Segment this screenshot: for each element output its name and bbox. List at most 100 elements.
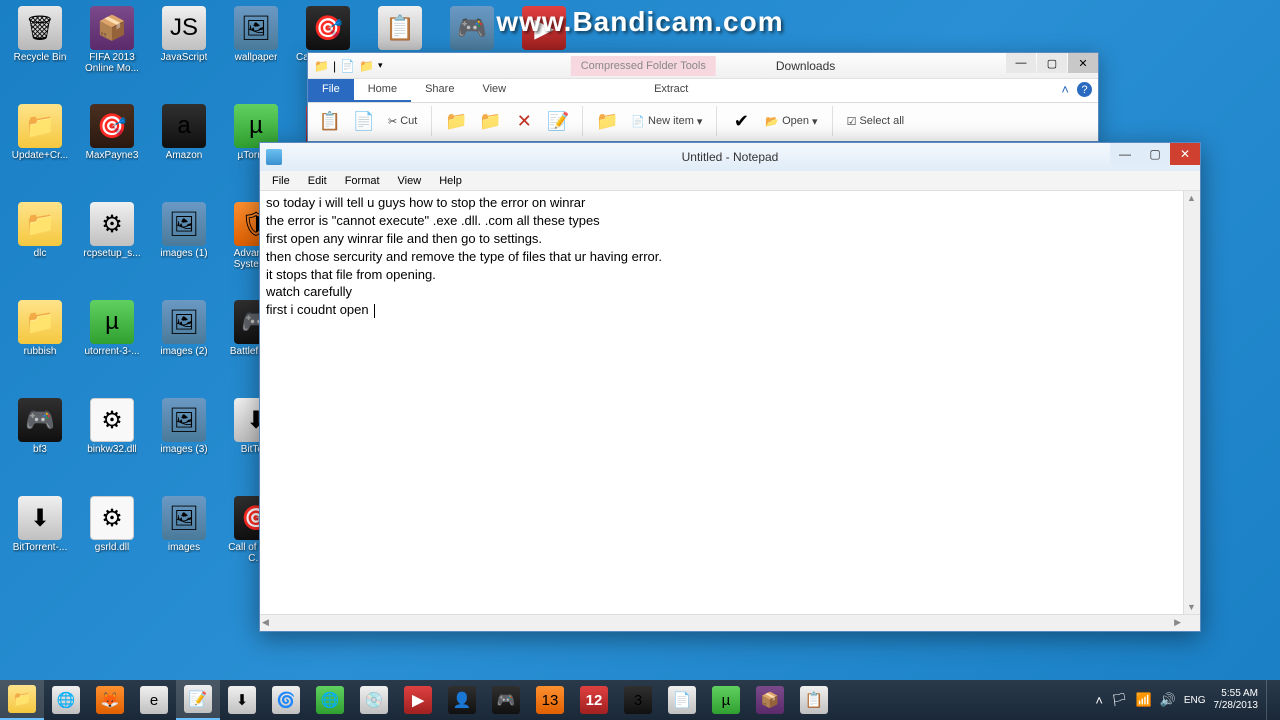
tray-network-icon[interactable]: 📶	[1135, 692, 1151, 708]
desktop-icon[interactable]: 🖼images (2)	[150, 300, 218, 394]
desktop-icon[interactable]: 📦FIFA 2013 Online Mo...	[78, 6, 146, 100]
desktop-icon[interactable]: ⚙binkw32.dll	[78, 398, 146, 492]
tab-file[interactable]: File	[308, 79, 354, 102]
properties-icon[interactable]: ✔	[727, 107, 755, 135]
desktop-icon[interactable]: JSJavaScript	[150, 6, 218, 100]
menu-edit[interactable]: Edit	[300, 173, 335, 189]
tab-extract[interactable]: Extract	[640, 79, 702, 102]
copy-icon[interactable]: 📋	[316, 107, 344, 135]
menu-help[interactable]: Help	[431, 173, 470, 189]
tray-date: 7/28/2013	[1214, 700, 1259, 712]
taskbar-button[interactable]: 📋	[792, 680, 836, 720]
taskbar-button[interactable]: 📦	[748, 680, 792, 720]
taskbar-button[interactable]: e	[132, 680, 176, 720]
close-button[interactable]: ✕	[1170, 143, 1200, 165]
taskbar-icon: 🌐	[52, 686, 80, 714]
desktop-icon[interactable]: 📁Update+Cr...	[6, 104, 74, 198]
desktop-icon[interactable]: aAmazon	[150, 104, 218, 198]
context-tab-compressed[interactable]: Compressed Folder Tools	[571, 56, 716, 76]
close-button[interactable]: ✕	[1068, 53, 1098, 73]
desktop-icon[interactable]: 🖼images (1)	[150, 202, 218, 296]
desktop-icon-image: 🎮	[450, 6, 494, 50]
notepad-icon	[266, 149, 282, 165]
explorer-titlebar[interactable]: 📁 | 📄 📁 ▾ Compressed Folder Tools Downlo…	[308, 53, 1098, 79]
taskbar-button[interactable]: 🌀	[264, 680, 308, 720]
desktop-icon[interactable]: 🖼wallpaper	[222, 6, 290, 100]
taskbar-button[interactable]: 🌐	[308, 680, 352, 720]
taskbar-button[interactable]: 📝	[176, 680, 220, 720]
open-button[interactable]: 📂Open ▾	[761, 113, 821, 130]
desktop-icon[interactable]: ⚙gsrld.dll	[78, 496, 146, 590]
qat-dropdown-icon[interactable]: ▾	[378, 60, 383, 71]
tray-time: 5:55 AM	[1214, 688, 1259, 700]
taskbar-button[interactable]: 12	[572, 680, 616, 720]
tray-volume-icon[interactable]: 🔊	[1160, 692, 1176, 708]
tab-home[interactable]: Home	[354, 79, 411, 102]
menu-file[interactable]: File	[264, 173, 298, 189]
taskbar-button[interactable]: 13	[528, 680, 572, 720]
system-tray: ˄ 🏳 📶 🔊 ENG 5:55 AM 7/28/2013	[1095, 680, 1280, 720]
notepad-text-area[interactable]: so today i will tell u guys how to stop …	[260, 191, 1200, 614]
taskbar-button[interactable]: 👤	[440, 680, 484, 720]
delete-icon[interactable]: ✕	[510, 107, 538, 135]
new-doc-icon[interactable]: 📄	[340, 59, 355, 73]
scrollbar-horizontal[interactable]	[260, 614, 1200, 631]
explorer-window: 📁 | 📄 📁 ▾ Compressed Folder Tools Downlo…	[307, 52, 1099, 142]
notepad-content: so today i will tell u guys how to stop …	[266, 195, 662, 317]
tray-chevron-up-icon[interactable]: ˄	[1095, 693, 1103, 708]
folder-icon[interactable]: 📁	[314, 59, 329, 73]
paste-icon[interactable]: 📄	[350, 107, 378, 135]
minimize-button[interactable]: —	[1110, 143, 1140, 165]
taskbar-button[interactable]: ▶	[396, 680, 440, 720]
cut-button[interactable]: ✂Cut	[384, 113, 421, 130]
taskbar-button[interactable]: 💿	[352, 680, 396, 720]
tab-view[interactable]: View	[468, 79, 520, 102]
taskbar-button[interactable]: 📄	[660, 680, 704, 720]
desktop-icon[interactable]: 📁dlc	[6, 202, 74, 296]
desktop-icon-image: 🖼	[162, 300, 206, 344]
taskbar-button[interactable]: 🌐	[44, 680, 88, 720]
moveto-icon[interactable]: 📁	[442, 107, 470, 135]
desktop-icon[interactable]: ⚙rcpsetup_s...	[78, 202, 146, 296]
taskbar-button[interactable]: 🦊	[88, 680, 132, 720]
rename-icon[interactable]: 📝	[544, 107, 572, 135]
tray-flag-icon[interactable]: 🏳	[1111, 692, 1128, 708]
scrollbar-vertical[interactable]	[1183, 191, 1200, 614]
newfolder-icon[interactable]: 📁	[593, 107, 621, 135]
minimize-button[interactable]: —	[1006, 53, 1036, 73]
desktop-icon[interactable]: 🎯MaxPayne3	[78, 104, 146, 198]
tray-language[interactable]: ENG	[1184, 695, 1206, 706]
taskbar-button[interactable]: ⬇	[220, 680, 264, 720]
desktop-icon[interactable]: ⬇BitTorrent-...	[6, 496, 74, 590]
explorer-title-text: Downloads	[776, 59, 835, 73]
menu-format[interactable]: Format	[337, 173, 388, 189]
desktop-icon[interactable]: µutorrent-3-...	[78, 300, 146, 394]
help-icon[interactable]: ?	[1077, 82, 1092, 97]
notepad-titlebar[interactable]: Untitled - Notepad — ▢ ✕	[260, 143, 1200, 171]
qat-folder-icon[interactable]: 📁	[359, 59, 374, 73]
select-all-icon: ☑	[847, 115, 857, 128]
tray-clock[interactable]: 5:55 AM 7/28/2013	[1214, 688, 1259, 712]
desktop-icon[interactable]: 🗑Recycle Bin	[6, 6, 74, 100]
notepad-title-text: Untitled - Notepad	[682, 150, 779, 164]
maximize-button[interactable]: ▢	[1140, 143, 1170, 165]
desktop-icon-image: µ	[90, 300, 134, 344]
show-desktop-button[interactable]	[1266, 680, 1274, 720]
taskbar-icon: 👤	[448, 686, 476, 714]
desktop-icon[interactable]: 📁rubbish	[6, 300, 74, 394]
taskbar-button[interactable]: 3	[616, 680, 660, 720]
taskbar-button[interactable]: 📁	[0, 680, 44, 720]
desktop-icon[interactable]: 🎮bf3	[6, 398, 74, 492]
maximize-button[interactable]: ▢	[1037, 53, 1067, 73]
select-all-button[interactable]: ☑Select all	[843, 113, 909, 130]
taskbar-button[interactable]: 🎮	[484, 680, 528, 720]
desktop-icon[interactable]: 🖼images (3)	[150, 398, 218, 492]
tab-share[interactable]: Share	[411, 79, 468, 102]
copyto-icon[interactable]: 📁	[476, 107, 504, 135]
menu-view[interactable]: View	[390, 173, 430, 189]
collapse-ribbon-icon[interactable]: ˄	[1061, 82, 1069, 97]
desktop-icon[interactable]: 🖼images	[150, 496, 218, 590]
new-item-button[interactable]: 📄New item ▾	[627, 113, 706, 130]
notepad-window: Untitled - Notepad — ▢ ✕ File Edit Forma…	[259, 142, 1201, 632]
taskbar-button[interactable]: µ	[704, 680, 748, 720]
